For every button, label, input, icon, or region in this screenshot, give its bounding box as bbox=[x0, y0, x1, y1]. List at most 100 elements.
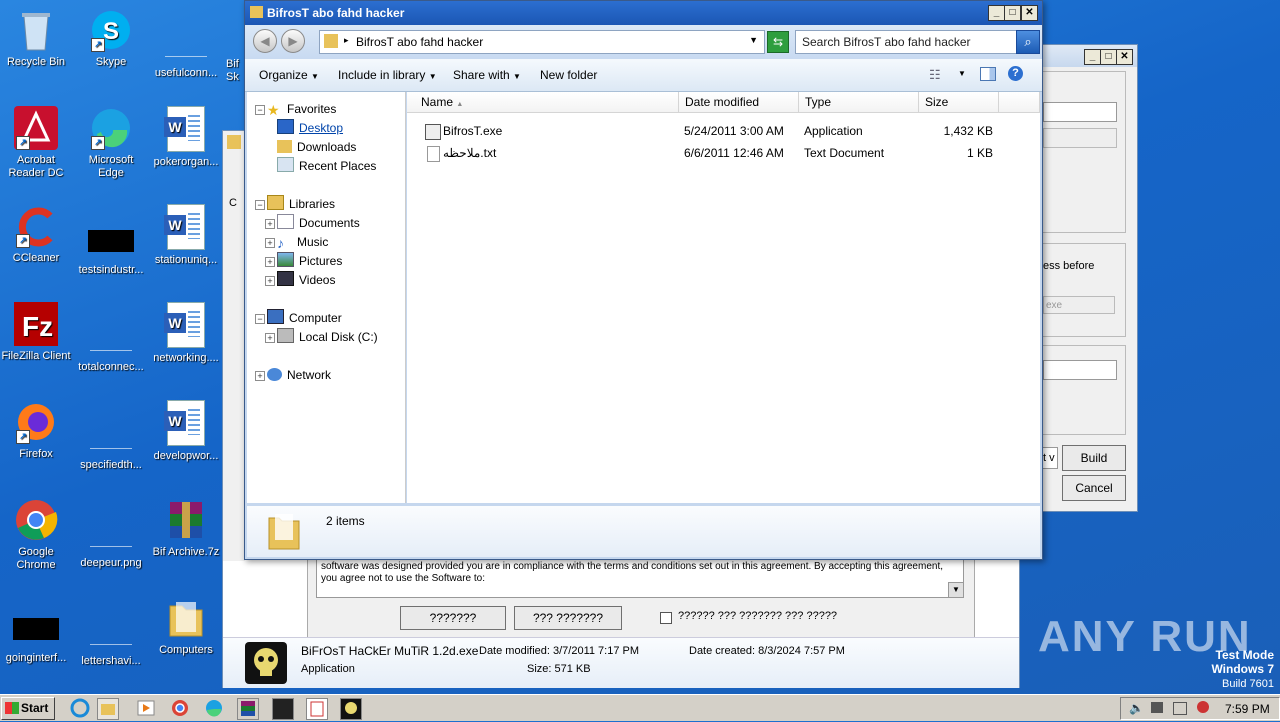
nav-downloads[interactable]: Downloads bbox=[277, 138, 356, 156]
nav-videos[interactable]: Videos bbox=[277, 271, 335, 289]
chrome-icon[interactable]: Google Chrome bbox=[0, 498, 72, 572]
winrar-taskbar-icon[interactable] bbox=[237, 698, 259, 720]
minimize-icon[interactable]: _ bbox=[988, 5, 1005, 21]
action-center-icon[interactable] bbox=[1173, 702, 1187, 715]
document-taskbar-icon[interactable] bbox=[306, 698, 328, 720]
nav-computer[interactable]: Computer bbox=[267, 309, 342, 327]
stationuniq-icon[interactable]: W stationuniq... bbox=[148, 204, 224, 267]
firefox-icon[interactable]: ↗ Firefox bbox=[0, 400, 72, 461]
file-row[interactable]: ملاحظه.txt 6/6/2011 12:46 AM Text Docume… bbox=[407, 143, 1040, 163]
builder-input-2[interactable] bbox=[1043, 128, 1117, 148]
breadcrumb-arrow-icon[interactable]: ▸ bbox=[344, 35, 349, 46]
explorer-taskbar-icon[interactable] bbox=[97, 698, 119, 720]
nav-documents[interactable]: Documents bbox=[277, 214, 360, 232]
nav-local-disk[interactable]: Local Disk (C:) bbox=[277, 328, 378, 346]
testsindustr-icon[interactable]: testsindustr... bbox=[68, 220, 154, 277]
minimize-icon[interactable]: _ bbox=[1084, 49, 1101, 65]
builder-exe-field[interactable]: exe bbox=[1043, 296, 1115, 314]
builder-input-1[interactable] bbox=[1043, 102, 1117, 122]
ccleaner-icon[interactable]: ↗ CCleaner bbox=[0, 204, 72, 265]
specifiedth-icon[interactable]: specifiedth... bbox=[68, 414, 154, 472]
nav-pictures[interactable]: Pictures bbox=[277, 252, 342, 270]
media-player-icon[interactable] bbox=[136, 698, 156, 718]
nav-music[interactable]: ♪ Music bbox=[277, 233, 328, 251]
view-dropdown-icon[interactable]: ▼ bbox=[958, 69, 966, 78]
new-folder-button[interactable]: New folder bbox=[540, 68, 597, 82]
builder-input-3[interactable] bbox=[1043, 360, 1117, 380]
network-tray-icon[interactable] bbox=[1151, 702, 1163, 713]
column-header-name[interactable]: Name ▲ bbox=[407, 92, 679, 113]
nav-favorites[interactable]: ★ Favorites bbox=[267, 100, 336, 118]
column-header-extra[interactable] bbox=[999, 92, 1040, 113]
build-button[interactable]: Build bbox=[1062, 445, 1126, 471]
lettershavi-icon[interactable]: lettershavi... bbox=[68, 610, 154, 668]
recycle-bin-icon[interactable]: Recycle Bin bbox=[0, 8, 72, 69]
app-taskbar-icon[interactable] bbox=[272, 698, 294, 720]
collapse-icon[interactable]: − bbox=[255, 314, 265, 324]
address-dropdown-icon[interactable]: ▼ bbox=[749, 35, 758, 45]
organize-menu[interactable]: Organize ▼ bbox=[259, 68, 319, 82]
close-icon[interactable]: ✕ bbox=[1116, 49, 1133, 65]
totalconnec-icon[interactable]: totalconnec... bbox=[68, 316, 154, 374]
close-icon[interactable]: ✕ bbox=[1021, 5, 1038, 21]
expand-icon[interactable]: + bbox=[265, 333, 275, 343]
expand-icon[interactable]: + bbox=[265, 238, 275, 248]
usefulconn-icon[interactable]: usefulconn... bbox=[145, 22, 227, 80]
share-with-menu[interactable]: Share with ▼ bbox=[453, 68, 521, 82]
networking-icon[interactable]: W networking.... bbox=[148, 302, 224, 365]
preview-pane-icon[interactable] bbox=[980, 67, 996, 81]
license-decline-button[interactable]: ??? ??????? bbox=[514, 606, 622, 630]
nav-recent-places[interactable]: Recent Places bbox=[277, 157, 376, 175]
edge-icon[interactable]: ↗ Microsoft Edge bbox=[75, 106, 147, 180]
include-in-library-menu[interactable]: Include in library ▼ bbox=[338, 68, 437, 82]
search-input[interactable]: Search BifrosT abo fahd hacker bbox=[795, 30, 1037, 54]
forward-arrow-icon[interactable]: ▶ bbox=[281, 29, 305, 53]
license-checkbox[interactable] bbox=[660, 612, 672, 624]
acrobat-icon[interactable]: ↗ Acrobat Reader DC bbox=[0, 106, 72, 180]
collapse-icon[interactable]: − bbox=[255, 200, 265, 210]
expand-icon[interactable]: + bbox=[255, 371, 265, 381]
maximize-icon[interactable]: □ bbox=[1004, 5, 1021, 21]
deepeur-icon[interactable]: deepeur.png bbox=[68, 512, 154, 570]
folder-icon bbox=[227, 135, 241, 149]
column-header-type[interactable]: Type bbox=[799, 92, 919, 113]
bifrost-taskbar-icon[interactable] bbox=[340, 698, 362, 720]
cancel-button[interactable]: Cancel bbox=[1062, 475, 1126, 501]
volume-icon[interactable]: 🔈 bbox=[1129, 701, 1144, 715]
bif-archive-icon[interactable]: Bif Archive.7z bbox=[148, 498, 224, 559]
clock[interactable]: 7:59 PM bbox=[1225, 702, 1270, 716]
column-header-size[interactable]: Size bbox=[919, 92, 999, 113]
expand-icon[interactable]: + bbox=[265, 257, 275, 267]
chrome-taskbar-icon[interactable] bbox=[170, 698, 190, 718]
address-bar[interactable]: ▸ BifrosT abo fahd hacker ▼ bbox=[319, 30, 765, 54]
edge-taskbar-icon[interactable] bbox=[204, 698, 224, 718]
collapse-icon[interactable]: − bbox=[255, 105, 265, 115]
start-button[interactable]: Start bbox=[1, 697, 55, 720]
nav-libraries[interactable]: Libraries bbox=[267, 195, 335, 213]
expand-icon[interactable]: + bbox=[265, 276, 275, 286]
breadcrumb[interactable]: BifrosT abo fahd hacker bbox=[356, 35, 483, 49]
builder-partial-combo[interactable]: t v bbox=[1042, 447, 1058, 469]
view-options-icon[interactable]: ☷ bbox=[929, 67, 941, 83]
goinginterf-icon[interactable]: goinginterf... bbox=[0, 608, 72, 665]
pokerorgan-icon[interactable]: W pokerorgan... bbox=[148, 106, 224, 169]
expand-icon[interactable]: + bbox=[265, 219, 275, 229]
search-icon[interactable]: ⌕ bbox=[1016, 30, 1040, 54]
help-icon[interactable]: ? bbox=[1008, 66, 1023, 81]
license-accept-button[interactable]: ??????? bbox=[400, 606, 506, 630]
internet-explorer-icon[interactable] bbox=[70, 698, 90, 718]
nav-desktop[interactable]: Desktop bbox=[277, 119, 343, 137]
computers-folder-icon[interactable]: Computers bbox=[148, 596, 224, 657]
skype-icon[interactable]: S ↗ Skype bbox=[75, 8, 147, 69]
scroll-down-icon[interactable]: ▼ bbox=[948, 582, 964, 598]
developwor-icon[interactable]: W developwor... bbox=[148, 400, 224, 463]
maximize-icon[interactable]: □ bbox=[1100, 49, 1117, 65]
filezilla-icon[interactable]: Fz FileZilla Client bbox=[0, 302, 72, 363]
nav-network[interactable]: Network bbox=[267, 366, 331, 384]
tray-app-icon[interactable] bbox=[1197, 701, 1209, 713]
column-header-date[interactable]: Date modified bbox=[679, 92, 799, 113]
explorer-titlebar[interactable]: BifrosT abo fahd hacker _ □ ✕ bbox=[245, 1, 1042, 25]
file-row[interactable]: BifrosT.exe 5/24/2011 3:00 AM Applicatio… bbox=[407, 121, 1040, 141]
refresh-icon[interactable]: ⇆ bbox=[767, 31, 789, 53]
back-arrow-icon[interactable]: ◀ bbox=[253, 29, 277, 53]
